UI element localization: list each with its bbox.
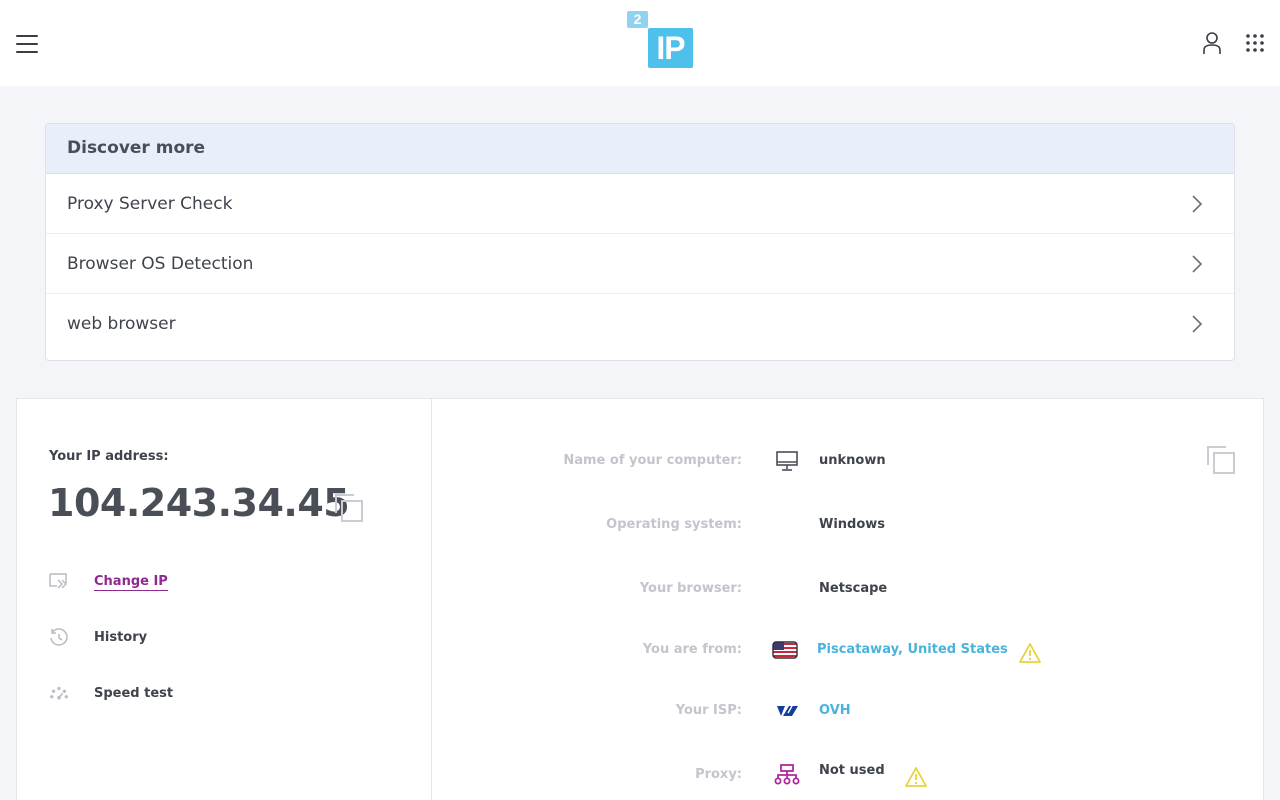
top-header: 2 IP (0, 0, 1280, 86)
apps-grid-icon[interactable] (1246, 34, 1264, 52)
monitor-icon (776, 451, 798, 471)
chevron-right-icon (1192, 255, 1203, 273)
detail-row-computer-name: Name of your computer: unknown (17, 447, 1265, 477)
us-flag-icon (772, 641, 798, 659)
site-logo[interactable]: 2 IP (627, 11, 695, 69)
isp-value-link[interactable]: OVH (819, 703, 851, 718)
browser-value: Netscape (819, 581, 888, 596)
discover-item-web-browser[interactable]: web browser (46, 294, 1234, 354)
computer-name-value: unknown (819, 453, 886, 468)
hamburger-menu-icon[interactable] (16, 35, 38, 53)
discover-more-card: Discover more Proxy Server Check Browser… (45, 123, 1235, 361)
detail-row-proxy: Proxy: Not used (17, 761, 1265, 791)
proxy-network-icon (774, 764, 800, 785)
os-label: Operating system: (606, 517, 742, 532)
computer-name-label: Name of your computer: (563, 453, 742, 468)
detail-row-os: Operating system: Windows (17, 511, 1265, 541)
user-account-icon[interactable] (1202, 31, 1222, 55)
discover-item-label: Proxy Server Check (67, 194, 233, 214)
logo-small-badge: 2 (627, 11, 648, 28)
location-value-link[interactable]: Piscataway, United States (817, 642, 1008, 657)
ip-info-panel: Your IP address: 104.243.34.45 Change IP (16, 398, 1264, 800)
proxy-label: Proxy: (695, 767, 742, 782)
ovh-logo-icon (777, 705, 798, 716)
detail-row-location: You are from: Piscataway, United States (17, 636, 1265, 666)
detail-row-isp: Your ISP: OVH (17, 697, 1265, 727)
isp-label: Your ISP: (675, 703, 742, 718)
detail-row-browser: Your browser: Netscape (17, 575, 1265, 605)
discover-item-label: Browser OS Detection (67, 254, 254, 274)
logo-main-badge: IP (648, 28, 693, 68)
location-label: You are from: (642, 642, 742, 657)
browser-label: Your browser: (639, 581, 742, 596)
warning-icon[interactable] (905, 767, 927, 787)
discover-item-os-detection[interactable]: Browser OS Detection (46, 234, 1234, 294)
chevron-right-icon (1192, 195, 1203, 213)
warning-icon[interactable] (1019, 643, 1041, 663)
chevron-right-icon (1192, 315, 1203, 333)
discover-more-title: Discover more (46, 124, 1234, 174)
discover-item-label: web browser (67, 314, 176, 334)
proxy-value: Not used (819, 763, 885, 778)
discover-item-proxy-check[interactable]: Proxy Server Check (46, 174, 1234, 234)
os-value: Windows (819, 517, 886, 532)
